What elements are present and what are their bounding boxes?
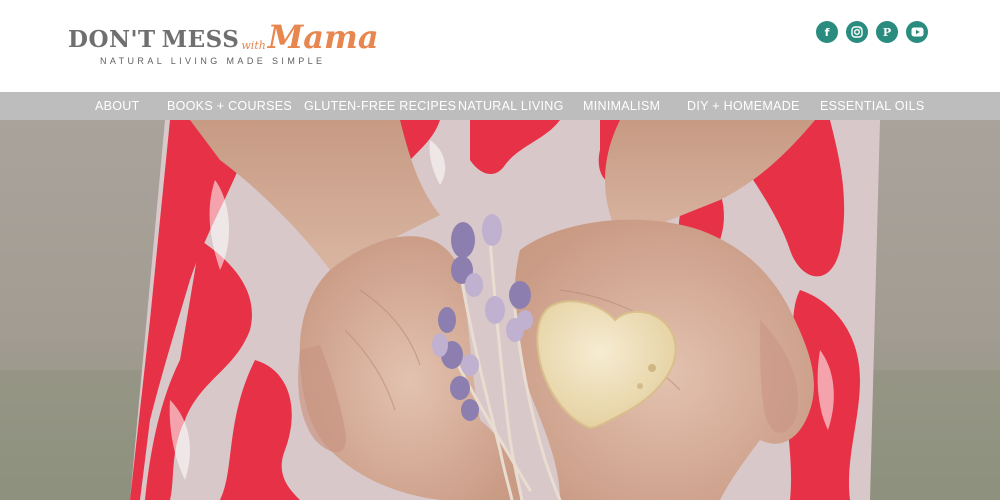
nav-item-essential-oils[interactable]: ESSENTIAL OILS — [820, 92, 924, 120]
instagram-icon — [851, 26, 863, 38]
instagram-button[interactable] — [846, 21, 868, 43]
logo-tagline: NATURAL LIVING MADE SIMPLE — [100, 56, 326, 66]
logo-word-mama: Mama — [267, 18, 379, 56]
main-navigation: ABOUT BOOKS + COURSES GLUTEN-FREE RECIPE… — [0, 92, 1000, 120]
pinterest-icon: P — [882, 25, 892, 39]
logo-word-mess: MESS — [161, 26, 240, 53]
nav-item-gluten-free-recipes[interactable]: GLUTEN-FREE RECIPES — [304, 92, 456, 120]
nav-item-minimalism[interactable]: MINIMALISM — [583, 92, 660, 120]
logo-wordmark: DON'T MESS withMama — [68, 20, 379, 53]
logo-word-with: with — [241, 39, 266, 52]
pinterest-button[interactable]: P — [876, 21, 898, 43]
logo-word-dont: DON'T — [68, 26, 156, 53]
hero-image — [0, 120, 1000, 500]
facebook-icon: f — [824, 25, 830, 39]
nav-item-about[interactable]: ABOUT — [95, 92, 140, 120]
site-logo[interactable]: DON'T MESS withMama NATURAL LIVING MADE SI… — [68, 18, 379, 70]
facebook-button[interactable]: f — [816, 21, 838, 43]
nav-item-natural-living[interactable]: NATURAL LIVING — [458, 92, 564, 120]
youtube-button[interactable] — [906, 21, 928, 43]
nav-item-diy-homemade[interactable]: DIY + HOMEMADE — [687, 92, 800, 120]
hero-photo-hands-lavender-soap — [0, 120, 1000, 500]
site-header: DON'T MESS withMama NATURAL LIVING MADE SI… — [0, 0, 1000, 92]
nav-item-books-courses[interactable]: BOOKS + COURSES — [167, 92, 292, 120]
social-links: f P — [816, 21, 928, 43]
youtube-icon — [911, 27, 924, 37]
